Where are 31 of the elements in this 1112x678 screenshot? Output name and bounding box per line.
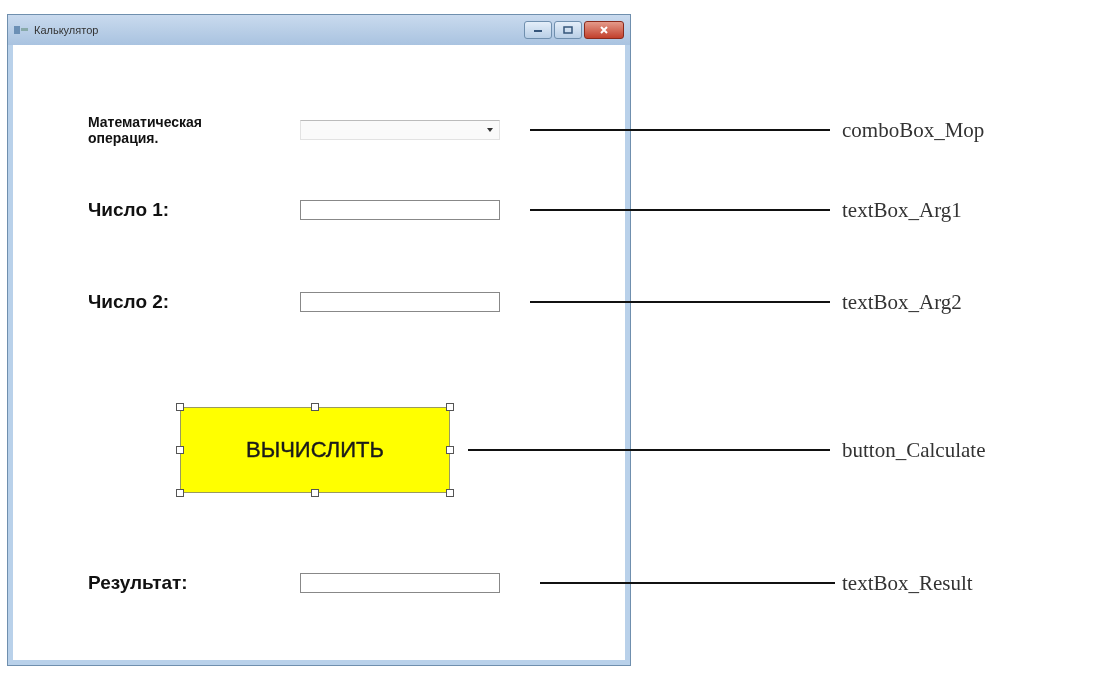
caret-icon: [487, 128, 493, 132]
control-name-caption: textBox_Arg1: [842, 197, 962, 223]
app-icon: [14, 25, 28, 35]
input-field[interactable]: [300, 200, 500, 220]
close-icon: [599, 26, 609, 34]
control-name-caption: textBox_Result: [842, 570, 973, 596]
field-label: Число 2:: [88, 291, 171, 313]
maximize-button[interactable]: [554, 21, 582, 39]
field-label: Число 1:: [88, 199, 171, 221]
resize-handle[interactable]: [446, 489, 454, 497]
resize-handle[interactable]: [176, 489, 184, 497]
control-name-caption: comboBox_Mop: [842, 117, 985, 143]
input-field[interactable]: [300, 573, 500, 593]
minimize-icon: [533, 27, 543, 33]
field-label: Результат:: [88, 572, 189, 594]
dropdown-field[interactable]: [300, 120, 500, 140]
control-name-caption: button_Calculate: [842, 437, 986, 463]
field-label: Математическая операция.: [88, 114, 203, 146]
resize-handle[interactable]: [176, 403, 184, 411]
resize-handle[interactable]: [311, 403, 319, 411]
maximize-icon: [563, 26, 573, 34]
resize-handle[interactable]: [311, 489, 319, 497]
minimize-button[interactable]: [524, 21, 552, 39]
input-field[interactable]: [300, 292, 500, 312]
resize-handle[interactable]: [446, 446, 454, 454]
resize-handle[interactable]: [446, 403, 454, 411]
window-title: Калькулятор: [34, 24, 99, 36]
control-name-caption: textBox_Arg2: [842, 289, 962, 315]
close-button[interactable]: [584, 21, 624, 39]
calculate-button[interactable]: ВЫЧИСЛИТЬ: [180, 407, 450, 493]
resize-handle[interactable]: [176, 446, 184, 454]
